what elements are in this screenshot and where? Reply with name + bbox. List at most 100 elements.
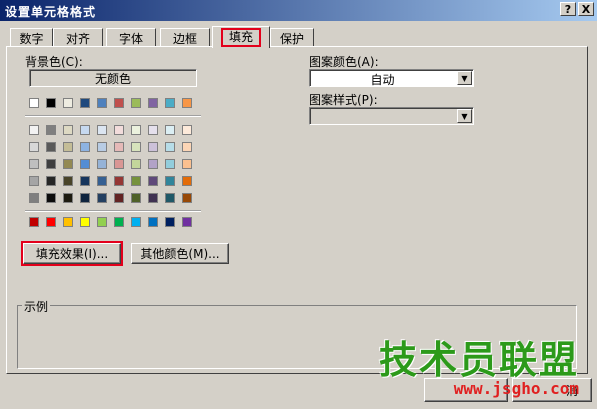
color-swatch[interactable] (80, 217, 90, 227)
color-swatch[interactable] (97, 176, 107, 186)
color-swatch[interactable] (165, 142, 175, 152)
color-swatch[interactable] (97, 217, 107, 227)
color-swatch[interactable] (80, 159, 90, 169)
no-color-label: 无颜色 (94, 71, 131, 86)
color-swatch[interactable] (114, 125, 124, 135)
color-swatch[interactable] (165, 98, 175, 108)
color-swatch[interactable] (46, 98, 56, 108)
pattern-style-select[interactable]: ▼ (309, 107, 474, 125)
color-swatch[interactable] (63, 217, 73, 227)
color-swatch[interactable] (80, 142, 90, 152)
sample-group: 示例 (17, 298, 577, 369)
color-swatch[interactable] (29, 176, 39, 186)
tab-number[interactable]: 数字 (10, 28, 53, 47)
color-swatch[interactable] (131, 193, 141, 203)
color-swatch[interactable] (114, 217, 124, 227)
color-swatch[interactable] (29, 98, 39, 108)
help-button[interactable]: ? (560, 2, 576, 16)
color-swatch[interactable] (46, 176, 56, 186)
color-swatch[interactable] (182, 159, 192, 169)
tab-alignment[interactable]: 对齐 (53, 28, 103, 47)
color-swatch[interactable] (46, 125, 56, 135)
color-swatch[interactable] (131, 125, 141, 135)
title-bar: 设置单元格格式 ? X (0, 0, 597, 21)
color-swatch[interactable] (114, 176, 124, 186)
color-swatch[interactable] (29, 142, 39, 152)
color-swatch[interactable] (148, 125, 158, 135)
color-swatch[interactable] (148, 142, 158, 152)
color-swatch[interactable] (114, 98, 124, 108)
tab-protection[interactable]: 保护 (270, 28, 314, 47)
color-swatch[interactable] (63, 125, 73, 135)
no-color-button[interactable]: 无颜色 (29, 69, 197, 87)
color-swatch[interactable] (165, 217, 175, 227)
color-swatch[interactable] (131, 159, 141, 169)
color-swatch[interactable] (97, 142, 107, 152)
color-swatch[interactable] (148, 159, 158, 169)
window-title: 设置单元格格式 (5, 5, 97, 19)
tab-label: 保护 (279, 31, 304, 46)
color-swatch[interactable] (80, 193, 90, 203)
color-swatch[interactable] (46, 217, 56, 227)
color-swatch[interactable] (97, 193, 107, 203)
fill-effects-button[interactable]: 填充效果(I)... (21, 241, 123, 266)
color-swatch[interactable] (165, 176, 175, 186)
color-swatch[interactable] (80, 125, 90, 135)
palette-separator (25, 115, 201, 117)
color-swatch[interactable] (114, 193, 124, 203)
color-swatch[interactable] (29, 159, 39, 169)
tab-font[interactable]: 字体 (106, 28, 156, 47)
color-swatch[interactable] (97, 125, 107, 135)
color-swatch[interactable] (29, 125, 39, 135)
color-swatch[interactable] (165, 193, 175, 203)
ok-button[interactable] (424, 378, 508, 402)
tab-fill[interactable]: 填充 (212, 26, 270, 48)
color-swatch[interactable] (165, 159, 175, 169)
color-swatch[interactable] (148, 176, 158, 186)
color-swatch[interactable] (63, 98, 73, 108)
color-swatch[interactable] (131, 98, 141, 108)
color-swatch[interactable] (131, 217, 141, 227)
color-swatch[interactable] (46, 142, 56, 152)
color-swatch[interactable] (63, 176, 73, 186)
pattern-color-value: 自动 (370, 73, 395, 87)
color-swatch[interactable] (131, 176, 141, 186)
chevron-down-icon[interactable]: ▼ (457, 71, 472, 85)
color-swatch[interactable] (182, 98, 192, 108)
color-swatch[interactable] (46, 193, 56, 203)
tab-strip: 数字 对齐 字体 边框 填充 保护 (10, 26, 590, 48)
color-swatch[interactable] (182, 193, 192, 203)
color-swatch[interactable] (97, 98, 107, 108)
palette-separator (25, 210, 201, 212)
color-swatch[interactable] (148, 217, 158, 227)
cancel-button[interactable]: 消 (512, 378, 592, 402)
color-swatch[interactable] (63, 193, 73, 203)
more-colors-button[interactable]: 其他颜色(M)... (131, 243, 229, 264)
color-swatch[interactable] (182, 125, 192, 135)
color-swatch[interactable] (148, 193, 158, 203)
color-swatch[interactable] (148, 98, 158, 108)
fill-panel: 背景色(C): 无颜色 填充效果(I)... 其他颜色(M)... 图案颜色(A… (6, 46, 588, 374)
color-swatch[interactable] (29, 193, 39, 203)
color-swatch[interactable] (80, 176, 90, 186)
color-swatch[interactable] (182, 176, 192, 186)
tab-label: 边框 (172, 31, 197, 46)
close-button[interactable]: X (578, 2, 594, 16)
color-swatch[interactable] (165, 125, 175, 135)
color-swatch[interactable] (80, 98, 90, 108)
color-swatch[interactable] (182, 217, 192, 227)
color-swatch[interactable] (63, 159, 73, 169)
color-swatch[interactable] (114, 159, 124, 169)
cancel-label: 消 (565, 383, 578, 398)
color-swatch[interactable] (131, 142, 141, 152)
tab-label: 对齐 (65, 31, 90, 46)
tab-border[interactable]: 边框 (160, 28, 210, 47)
color-swatch[interactable] (63, 142, 73, 152)
color-swatch[interactable] (114, 142, 124, 152)
color-swatch[interactable] (182, 142, 192, 152)
color-swatch[interactable] (46, 159, 56, 169)
chevron-down-icon[interactable]: ▼ (457, 109, 472, 123)
color-swatch[interactable] (29, 217, 39, 227)
color-swatch[interactable] (97, 159, 107, 169)
pattern-color-select[interactable]: 自动 ▼ (309, 69, 474, 87)
